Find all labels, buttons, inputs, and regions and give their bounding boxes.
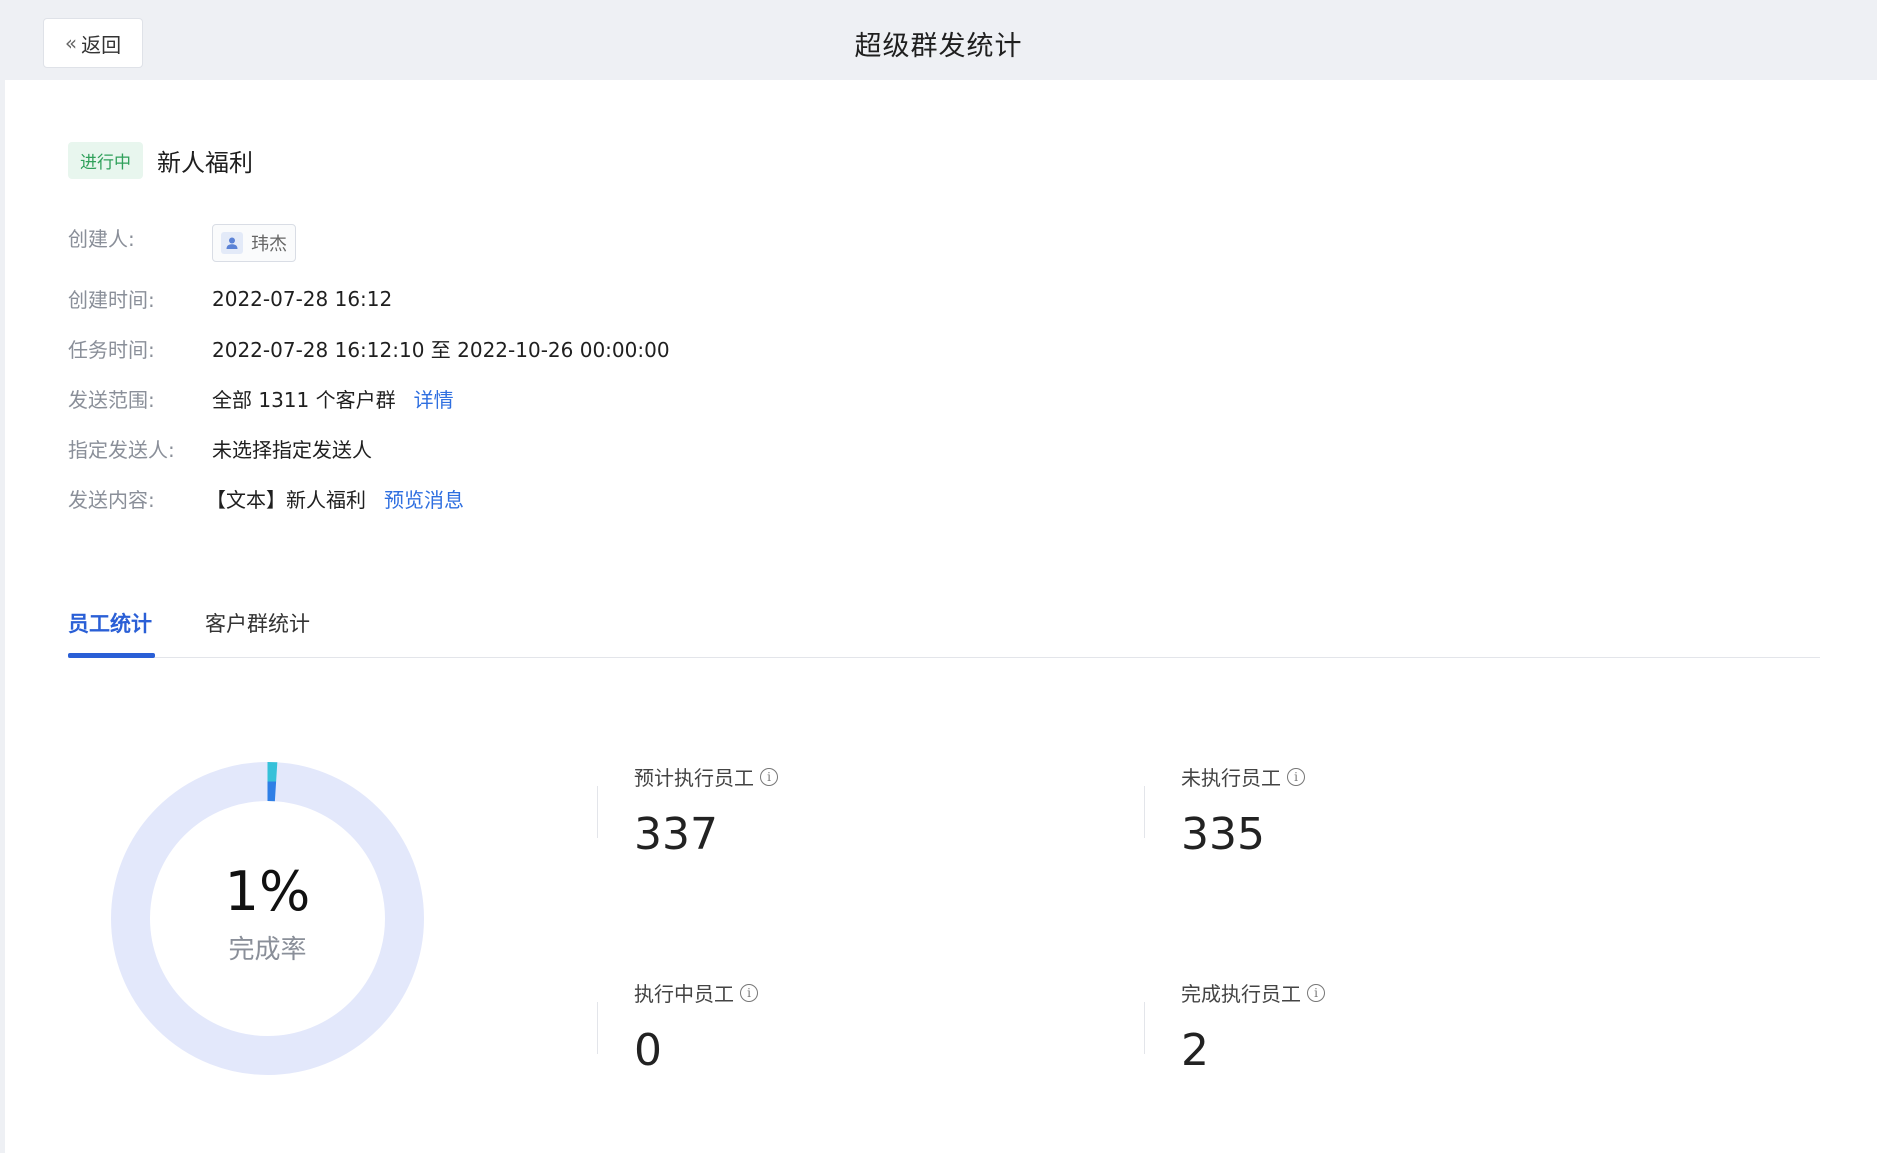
stats-tabs: 员工统计 客户群统计 bbox=[68, 602, 1820, 658]
info-label: 发送内容: bbox=[68, 488, 155, 512]
info-value: 未选择指定发送人 bbox=[212, 438, 372, 462]
tab-employee-stats[interactable]: 员工统计 bbox=[68, 608, 152, 638]
left-edge bbox=[0, 0, 5, 1153]
stat-value: 335 bbox=[1181, 809, 1265, 860]
completion-rate-value: 1% bbox=[224, 860, 311, 923]
stat-label-row: 预计执行员工 i bbox=[634, 762, 778, 791]
info-icon[interactable]: i bbox=[1287, 767, 1305, 786]
stat-expected-employees: 预计执行员工 i 337 bbox=[634, 762, 778, 857]
info-row-scope: 发送范围: 全部 1311 个客户群 详情 bbox=[68, 384, 454, 413]
tab-group-stats[interactable]: 客户群统计 bbox=[205, 608, 310, 638]
preview-message-link[interactable]: 预览消息 bbox=[384, 484, 464, 513]
info-value: 玮杰 bbox=[212, 224, 296, 262]
stat-value: 2 bbox=[1181, 1025, 1209, 1076]
stat-label: 预计执行员工 bbox=[634, 766, 754, 790]
page: « 返回 超级群发统计 进行中 新人福利 创建人: 玮杰 创建时间: 2022-… bbox=[0, 0, 1877, 1153]
stat-label-row: 未执行员工 i bbox=[1181, 762, 1305, 791]
info-value: 2022-07-28 16:12:10 至 2022-10-26 00:00:0… bbox=[212, 338, 670, 362]
info-value: 2022-07-28 16:12 bbox=[212, 286, 393, 311]
creator-chip[interactable]: 玮杰 bbox=[212, 224, 296, 262]
info-value: 【文本】新人福利 预览消息 bbox=[206, 484, 464, 513]
stat-divider bbox=[597, 786, 598, 838]
scope-detail-link[interactable]: 详情 bbox=[414, 384, 454, 413]
stat-value: 337 bbox=[634, 809, 718, 860]
completion-rate-label: 完成率 bbox=[228, 935, 307, 965]
stat-completed-employees: 完成执行员工 i 2 bbox=[1181, 978, 1325, 1073]
stat-label-row: 完成执行员工 i bbox=[1181, 978, 1325, 1007]
stat-label: 执行中员工 bbox=[634, 982, 734, 1006]
info-icon[interactable]: i bbox=[1307, 983, 1325, 1002]
stat-label: 完成执行员工 bbox=[1181, 982, 1301, 1006]
info-row-creator: 创建人: 玮杰 bbox=[68, 224, 296, 262]
top-bar: « 返回 超级群发统计 bbox=[0, 0, 1877, 80]
info-icon[interactable]: i bbox=[760, 767, 778, 786]
stat-executing-employees: 执行中员工 i 0 bbox=[634, 978, 758, 1073]
stat-value: 0 bbox=[634, 1025, 662, 1076]
stat-divider bbox=[1144, 1002, 1145, 1054]
info-row-content: 发送内容: 【文本】新人福利 预览消息 bbox=[68, 484, 464, 513]
active-tab-indicator bbox=[68, 653, 155, 658]
task-header: 进行中 新人福利 bbox=[68, 142, 253, 179]
scope-value: 全部 1311 个客户群 bbox=[212, 388, 396, 412]
info-row-task-time: 任务时间: 2022-07-28 16:12:10 至 2022-10-26 0… bbox=[68, 334, 670, 363]
page-title: 超级群发统计 bbox=[854, 30, 1023, 62]
creator-name: 玮杰 bbox=[251, 234, 287, 255]
stat-not-executed-employees: 未执行员工 i 335 bbox=[1181, 762, 1305, 857]
info-label: 创建时间: bbox=[68, 288, 155, 312]
stat-label-row: 执行中员工 i bbox=[634, 978, 758, 1007]
info-label: 发送范围: bbox=[68, 388, 155, 412]
task-name: 新人福利 bbox=[157, 149, 253, 177]
info-row-sender: 指定发送人: 未选择指定发送人 bbox=[68, 434, 372, 463]
info-row-created-time: 创建时间: 2022-07-28 16:12 bbox=[68, 284, 392, 313]
info-label: 创建人: bbox=[68, 226, 135, 251]
info-icon[interactable]: i bbox=[740, 983, 758, 1002]
user-avatar-icon bbox=[221, 232, 243, 254]
info-value: 全部 1311 个客户群 详情 bbox=[212, 384, 454, 413]
stat-label: 未执行员工 bbox=[1181, 766, 1281, 790]
info-label: 任务时间: bbox=[68, 338, 155, 362]
stat-divider bbox=[1144, 786, 1145, 838]
info-label: 指定发送人: bbox=[68, 438, 175, 462]
status-badge: 进行中 bbox=[68, 142, 143, 179]
completion-donut: 1% 完成率 bbox=[111, 762, 424, 1075]
content-value: 【文本】新人福利 bbox=[206, 488, 366, 512]
stat-divider bbox=[597, 1002, 598, 1054]
donut-center: 1% 完成率 bbox=[111, 762, 424, 1075]
